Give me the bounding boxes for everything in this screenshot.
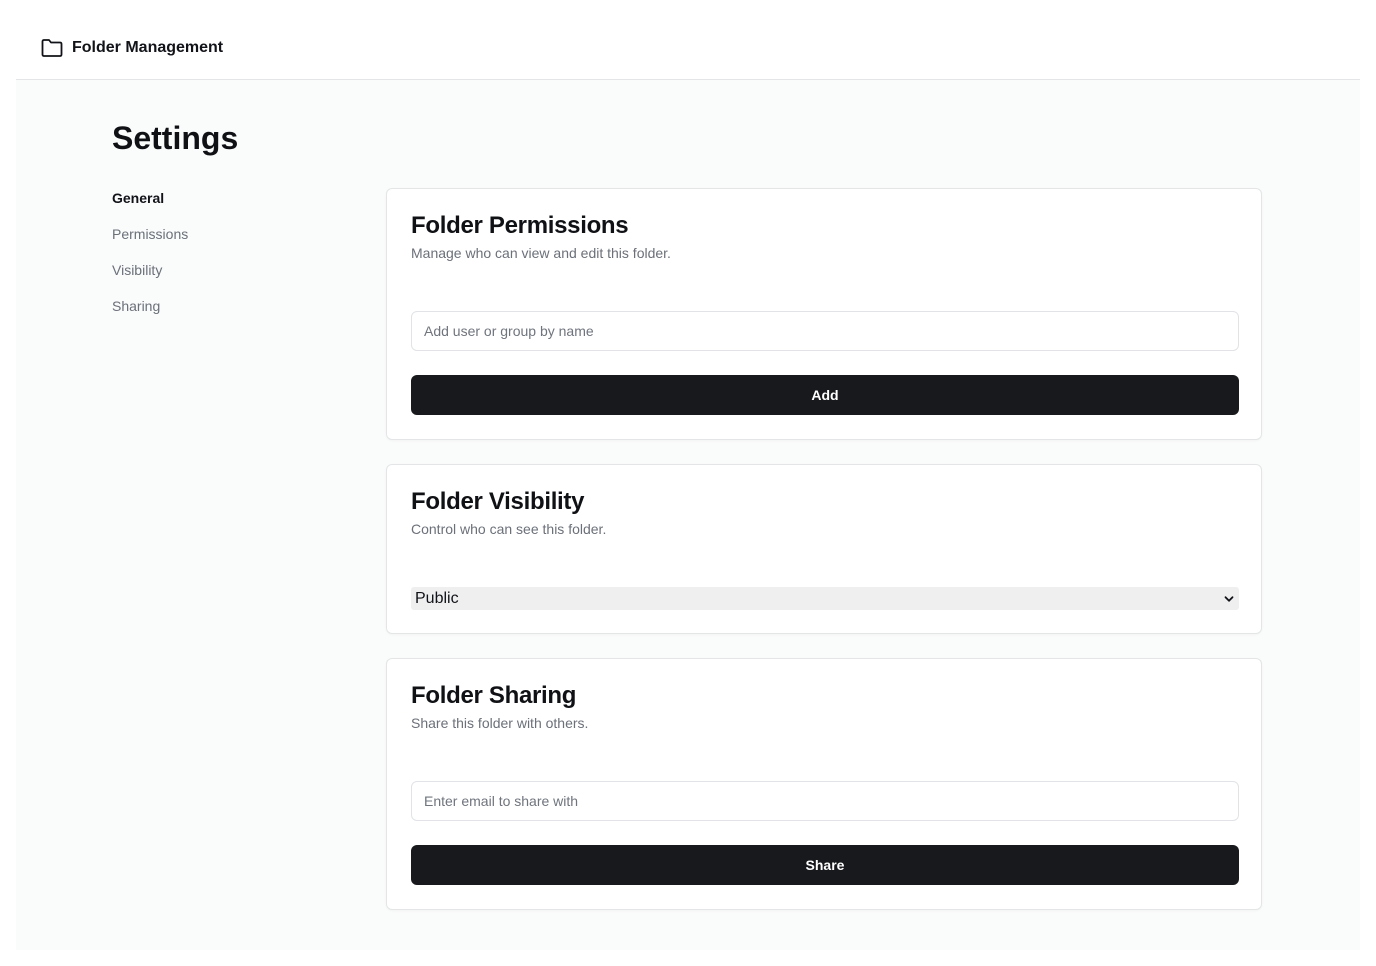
sharing-description: Share this folder with others. [411,715,589,731]
visibility-title: Folder Visibility [411,488,585,515]
add-button[interactable]: Add [411,375,1239,415]
sidebar-item-general[interactable]: General [112,188,312,224]
visibility-selected-value: Public [415,590,459,607]
add-user-input[interactable] [411,311,1239,351]
sidebar-item-sharing[interactable]: Sharing [112,296,312,332]
sharing-card: Folder Sharing Share this folder with ot… [386,658,1262,910]
page-title: Settings [112,120,239,156]
sidebar-item-visibility[interactable]: Visibility [112,260,312,296]
folder-icon [40,37,64,59]
app-frame: Folder Management Settings General Permi… [16,16,1360,950]
sidebar-item-permissions[interactable]: Permissions [112,224,312,260]
brand[interactable]: Folder Management [40,37,223,59]
permissions-title: Folder Permissions [411,212,629,239]
permissions-card: Folder Permissions Manage who can view a… [386,188,1262,440]
top-bar: Folder Management [16,16,1360,80]
chevron-down-icon [1223,592,1235,604]
sharing-title: Folder Sharing [411,682,577,709]
share-button[interactable]: Share [411,845,1239,885]
visibility-card: Folder Visibility Control who can see th… [386,464,1262,634]
permissions-description: Manage who can view and edit this folder… [411,245,671,261]
visibility-select[interactable]: Public [411,587,1239,610]
app-title: Folder Management [72,39,224,56]
settings-sidebar: General Permissions Visibility Sharing [112,188,312,332]
share-email-input[interactable] [411,781,1239,821]
visibility-description: Control who can see this folder. [411,521,607,537]
